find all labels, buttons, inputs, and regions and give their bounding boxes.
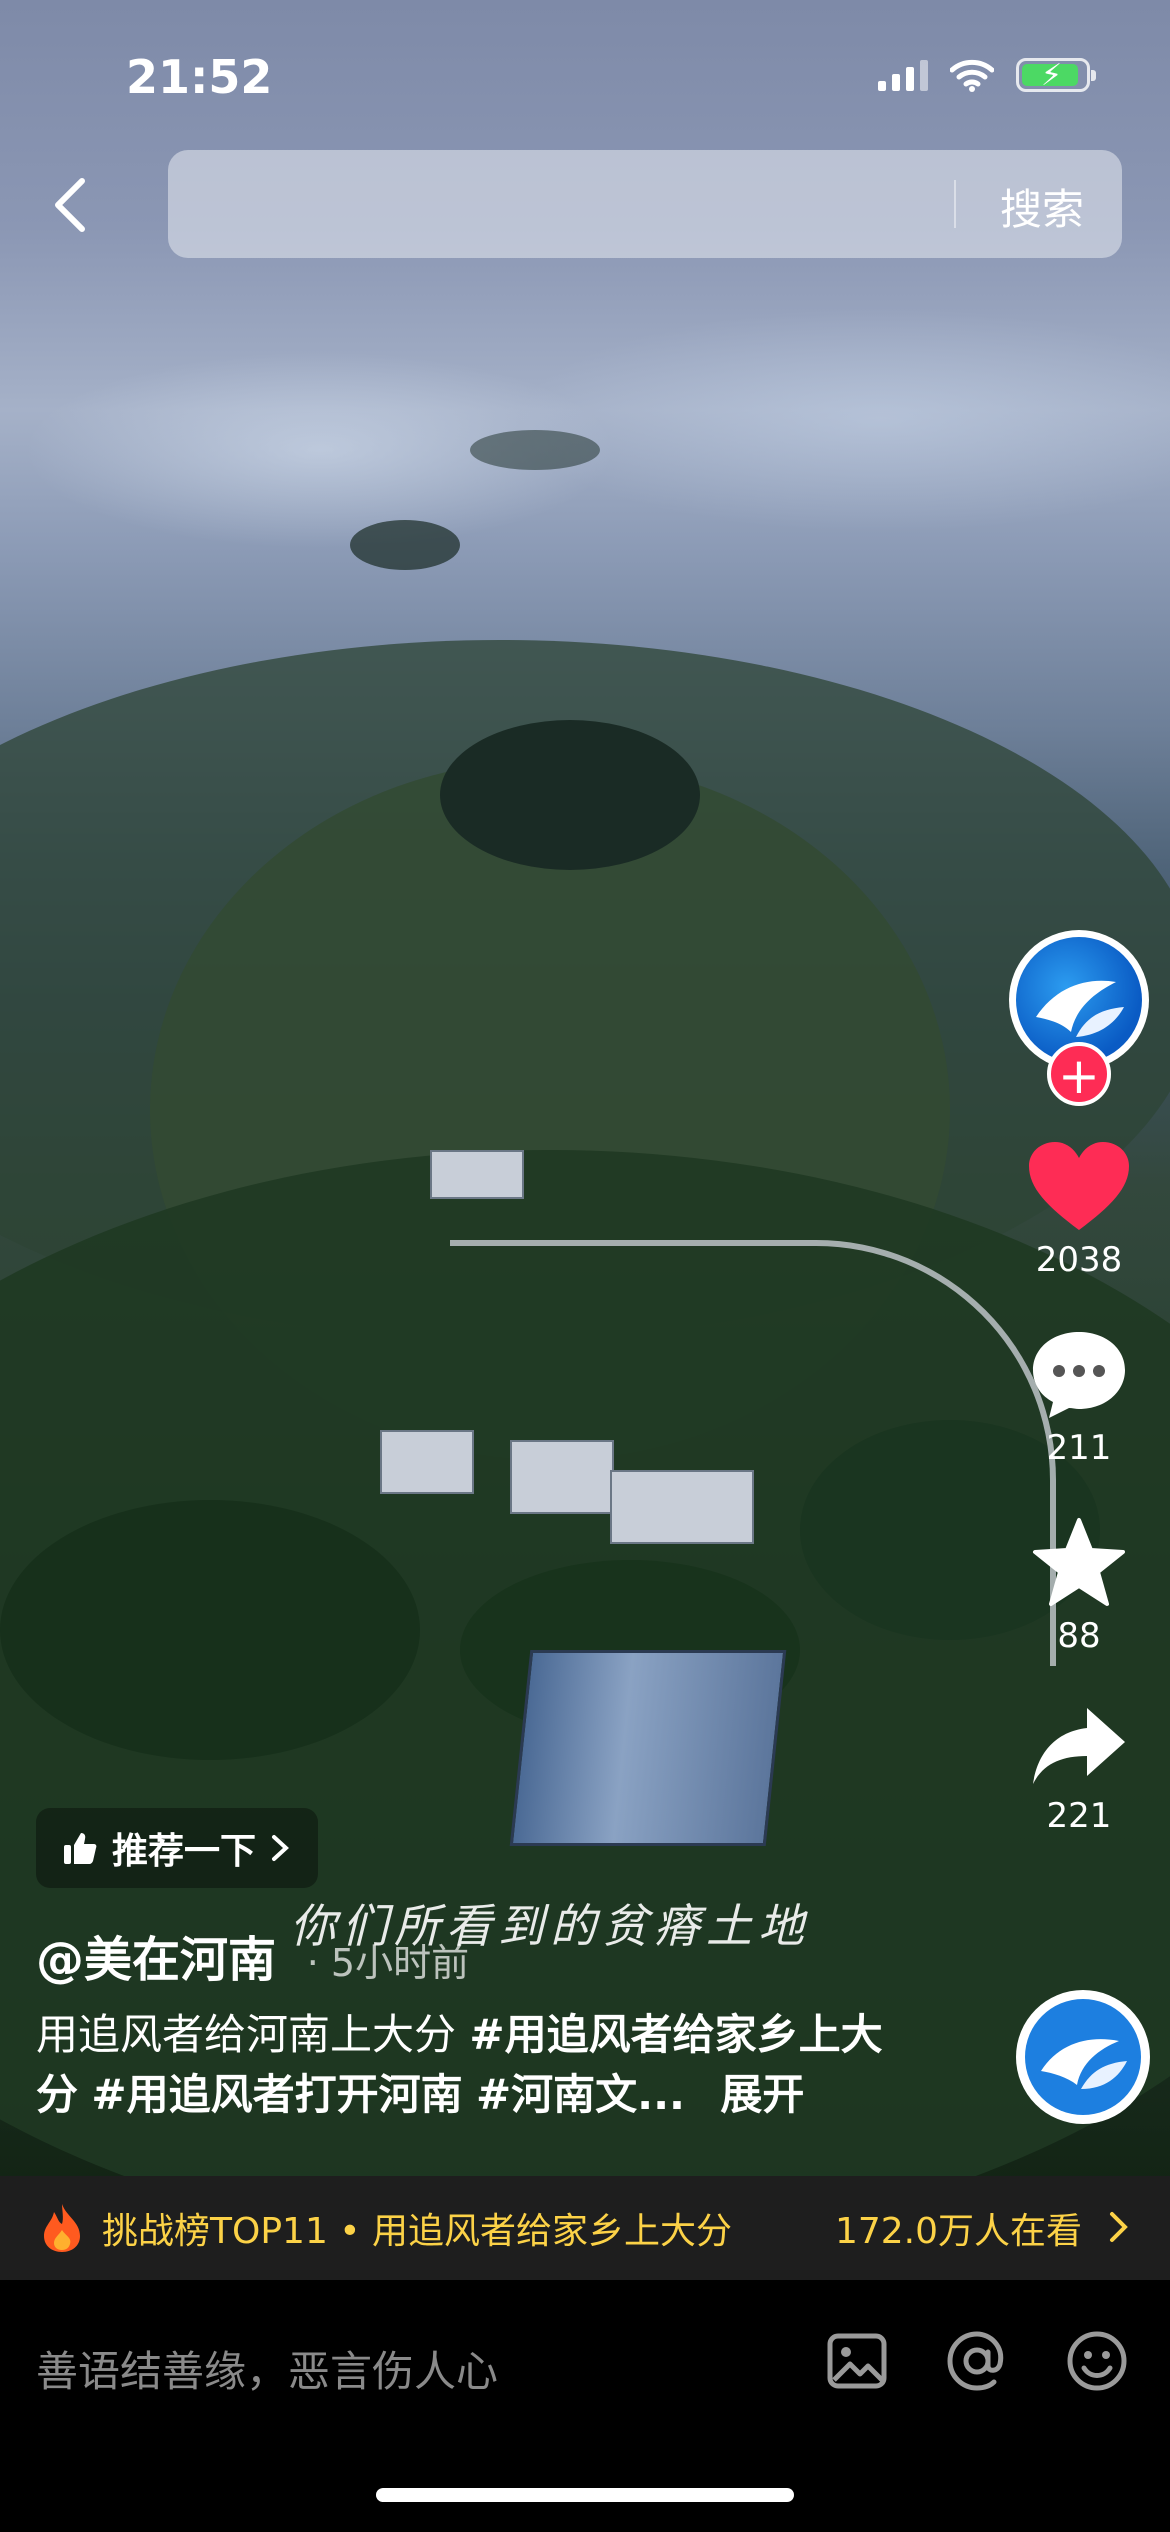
music-disc[interactable] xyxy=(1016,1990,1150,2124)
creator-avatar[interactable]: + xyxy=(1009,930,1149,1106)
back-chevron-icon[interactable] xyxy=(44,175,104,235)
creator-handle-row[interactable]: @美在河南 · 5小时前 xyxy=(36,1920,469,1990)
thumbs-up-icon xyxy=(64,1833,97,1864)
recommend-button[interactable]: 推荐一下 xyxy=(36,1808,319,1888)
tree xyxy=(0,1500,420,1760)
description-text: 用追风者给河南上大分 xyxy=(36,2010,457,2059)
status-time: 21:52 xyxy=(126,50,273,104)
home-indicator xyxy=(376,2488,794,2502)
creator-logo-icon xyxy=(1025,1999,1141,2115)
comment-button[interactable]: 211 xyxy=(1029,1328,1129,1468)
search-input[interactable]: 搜索 xyxy=(168,150,1122,258)
share-arrow-icon xyxy=(1033,1708,1125,1784)
post-time: · 5小时前 xyxy=(306,1941,470,1985)
like-button[interactable]: 2038 xyxy=(1027,1140,1131,1280)
hashtag[interactable]: #用追风者打开河南 xyxy=(91,2070,462,2119)
video-description[interactable]: 用追风者给河南上大分 #用追风者给家乡上大分 #用追风者打开河南 #河南文...… xyxy=(36,2005,916,2125)
hashtag[interactable]: #河南文... xyxy=(476,2070,685,2119)
challenge-banner[interactable]: 挑战榜TOP11 • 用追风者给家乡上大分 172.0万人在看 xyxy=(0,2176,1170,2280)
mention-icon[interactable] xyxy=(944,2328,1010,2394)
search-divider xyxy=(954,180,956,228)
search-button[interactable]: 搜索 xyxy=(1000,176,1084,237)
chevron-right-icon xyxy=(1110,2212,1128,2242)
post-time-value: 5小时前 xyxy=(330,1941,470,1985)
favorite-button[interactable]: 88 xyxy=(1031,1516,1127,1656)
image-icon[interactable] xyxy=(824,2328,890,2394)
battery-icon: ⚡ xyxy=(1016,58,1096,93)
metal-roof xyxy=(509,1650,787,1846)
house xyxy=(430,1150,524,1199)
house xyxy=(380,1430,474,1494)
emoji-icon[interactable] xyxy=(1064,2328,1130,2394)
share-count: 221 xyxy=(1046,1796,1112,1836)
challenge-text: 挑战榜TOP11 • 用追风者给家乡上大分 xyxy=(102,2211,732,2252)
follow-plus-button[interactable]: + xyxy=(1047,1042,1111,1106)
tree xyxy=(470,430,600,470)
creator-handle[interactable]: @美在河南 xyxy=(36,1932,276,1988)
cellular-signal-icon xyxy=(878,59,928,91)
fire-icon xyxy=(44,2204,80,2252)
house xyxy=(510,1440,614,1514)
comment-bubble-icon xyxy=(1033,1332,1125,1418)
recommend-label: 推荐一下 xyxy=(112,1831,257,1872)
challenge-watchers: 172.0万人在看 xyxy=(834,2211,1082,2252)
comment-count: 211 xyxy=(1046,1428,1112,1468)
tree xyxy=(350,520,460,570)
comment-input[interactable]: 善语结善缘，恶言伤人心 xyxy=(36,2338,498,2399)
wifi-icon xyxy=(950,59,994,92)
expand-button[interactable]: 展开 xyxy=(720,2070,804,2119)
comment-bar: 善语结善缘，恶言伤人心 xyxy=(0,2280,1170,2532)
share-button[interactable]: 221 xyxy=(1029,1704,1129,1836)
status-icons: ⚡ xyxy=(878,58,1096,93)
favorite-count: 88 xyxy=(1057,1616,1101,1656)
like-count: 2038 xyxy=(1035,1240,1123,1280)
heart-icon xyxy=(1029,1142,1129,1230)
house xyxy=(610,1470,754,1544)
chevron-right-icon xyxy=(272,1835,289,1861)
tree xyxy=(440,720,700,870)
action-rail: + 2038 211 88 221 xyxy=(1004,930,1154,1836)
star-icon xyxy=(1033,1518,1125,1606)
